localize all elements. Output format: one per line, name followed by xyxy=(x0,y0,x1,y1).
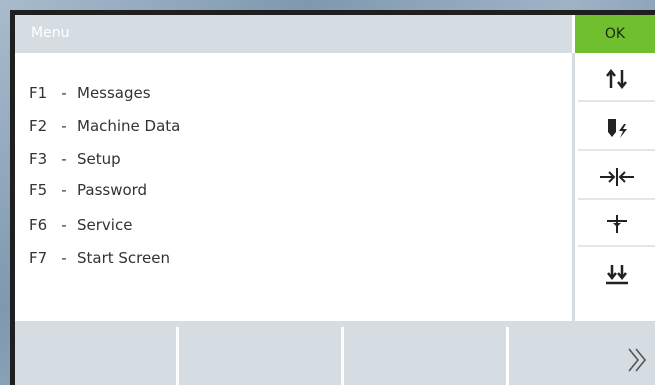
menu-key: F2 xyxy=(29,117,48,135)
menu-key: F6 xyxy=(29,216,48,234)
up-down-button[interactable] xyxy=(578,58,655,102)
double-chevron-right-icon xyxy=(628,348,647,372)
menu-list: F1- Messages F2- Machine Data F3- Setup F5-… xyxy=(15,53,572,321)
menu-separator: - xyxy=(61,181,67,199)
menu-label: Setup xyxy=(77,150,121,168)
menu-separator: - xyxy=(61,117,67,135)
menu-label: Service xyxy=(77,216,133,234)
up-down-arrows-icon xyxy=(605,68,627,90)
menu-key: F3 xyxy=(29,150,48,168)
menu-item-machine-data[interactable]: F2- Machine Data xyxy=(29,113,180,139)
double-down-button[interactable] xyxy=(578,254,655,296)
menu-key: F7 xyxy=(29,249,48,267)
arrows-inward-button[interactable] xyxy=(578,156,655,200)
menu-key: F1 xyxy=(29,84,48,102)
soft-key-2[interactable] xyxy=(176,327,341,385)
menu-label: Start Screen xyxy=(77,249,170,267)
menu-panel: Menu OK F1- Messages F2- Machine Data F3- S… xyxy=(15,15,655,385)
soft-key-1[interactable] xyxy=(15,327,173,385)
needle-icon xyxy=(606,215,627,233)
menu-item-messages[interactable]: F1- Messages xyxy=(29,80,151,106)
menu-separator: - xyxy=(61,84,67,102)
menu-item-start-screen[interactable]: F7- Start Screen xyxy=(29,245,170,271)
tool-button[interactable] xyxy=(578,107,655,151)
title-bar: Menu xyxy=(15,15,572,53)
menu-separator: - xyxy=(61,249,67,267)
soft-key-next[interactable] xyxy=(506,327,655,385)
menu-label: Password xyxy=(77,181,148,199)
arrows-inward-icon xyxy=(599,168,634,186)
menu-key: F5 xyxy=(29,181,48,199)
menu-label: Machine Data xyxy=(77,117,181,135)
ok-button[interactable]: OK xyxy=(575,15,655,53)
needle-button[interactable] xyxy=(578,203,655,247)
hmi-screen: Menu OK F1- Messages F2- Machine Data F3- S… xyxy=(10,10,655,385)
tool-lightning-icon xyxy=(607,119,627,138)
soft-key-3[interactable] xyxy=(341,327,506,385)
menu-item-password[interactable]: F5- Password xyxy=(29,177,147,203)
menu-item-service[interactable]: F6- Service xyxy=(29,212,132,238)
menu-label: Messages xyxy=(77,84,151,102)
double-down-arrow-icon xyxy=(605,265,628,285)
soft-key-bar xyxy=(15,321,655,385)
menu-separator: - xyxy=(61,216,67,234)
menu-separator: - xyxy=(61,150,67,168)
side-toolbar xyxy=(572,53,655,321)
window-title: Menu xyxy=(31,25,70,41)
menu-item-setup[interactable]: F3- Setup xyxy=(29,146,121,172)
